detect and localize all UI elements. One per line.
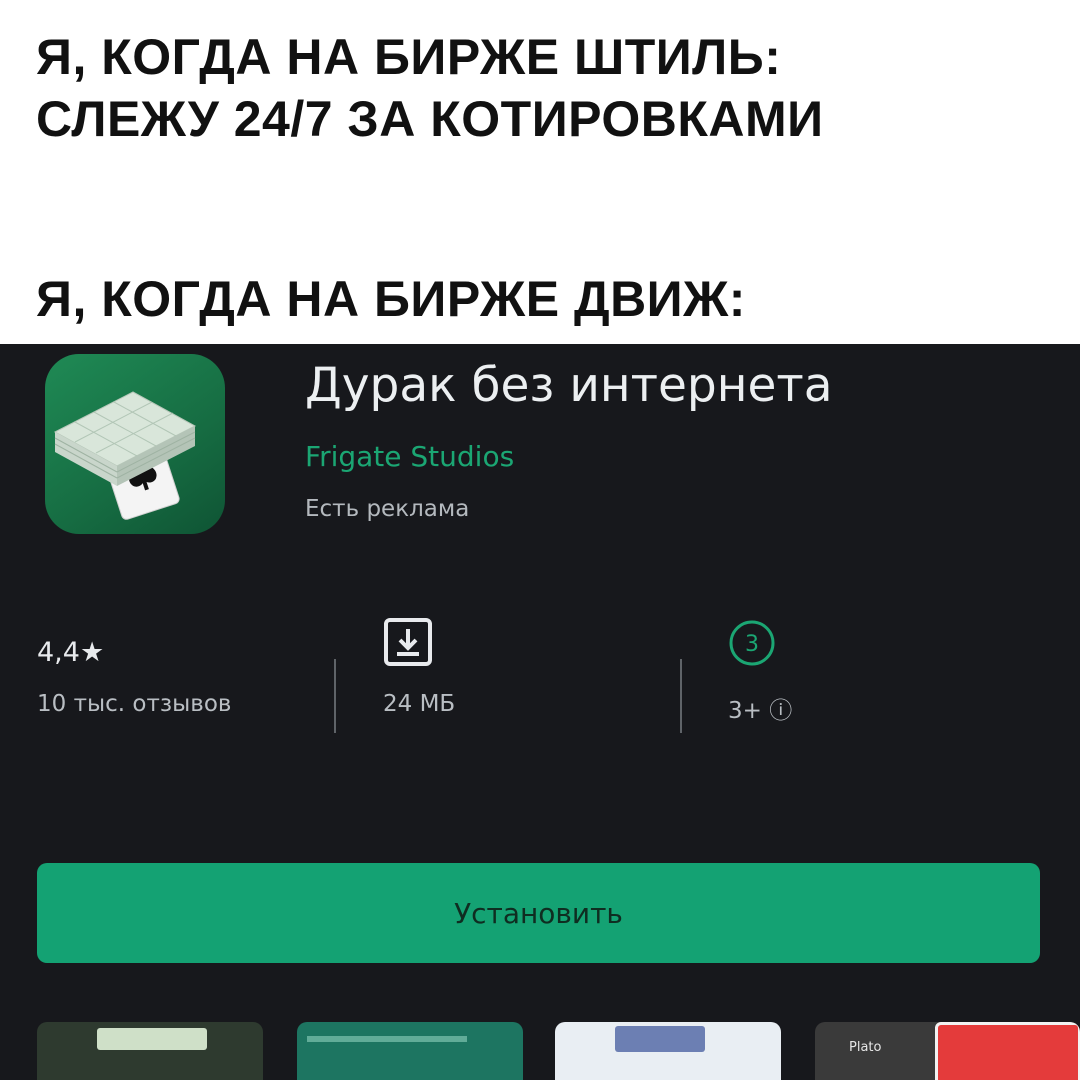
- divider: [680, 659, 682, 733]
- reviews-count: 10 тыс. отзывов: [37, 691, 232, 717]
- caption-action: Я, КОГДА НА БИРЖЕ ДВИЖ:: [36, 271, 746, 327]
- install-button[interactable]: Установить: [37, 863, 1040, 963]
- card-back: [97, 1028, 207, 1050]
- rating-value: 4,4★: [37, 637, 105, 668]
- app-size: 24 МБ: [383, 691, 456, 717]
- caption-calm-line-1: Я, КОГДА НА БИРЖЕ ШТИЛЬ:: [36, 29, 782, 85]
- screenshot-3[interactable]: [555, 1022, 781, 1080]
- screenshot-1[interactable]: [37, 1022, 263, 1080]
- divider: [334, 659, 336, 733]
- age-rating-icon: 3: [727, 618, 777, 668]
- card-deck-icon: [45, 354, 225, 534]
- screenshot-label: Plato: [849, 1040, 882, 1055]
- app-store-screenshot: Дурак без интернета Frigate Studios Есть…: [0, 344, 1080, 1080]
- screenshot-4[interactable]: Plato: [815, 1022, 1080, 1080]
- red-card: [935, 1022, 1080, 1080]
- app-title: Дурак без интернета: [305, 358, 833, 413]
- download-icon: [383, 617, 433, 667]
- age-rating[interactable]: 3+ ⓘ: [728, 691, 792, 725]
- card-deck-graphic: [53, 391, 197, 520]
- age-badge-number: 3: [745, 632, 759, 657]
- ads-note: Есть реклама: [305, 496, 470, 522]
- screenshot-2[interactable]: [297, 1022, 523, 1080]
- caption-calm: Я, КОГДА НА БИРЖЕ ШТИЛЬ: СЛЕЖУ 24/7 ЗА К…: [36, 26, 824, 150]
- developer-link[interactable]: Frigate Studios: [305, 440, 514, 473]
- card-row: [615, 1026, 705, 1052]
- caption-calm-line-2: СЛЕЖУ 24/7 ЗА КОТИРОВКАМИ: [36, 91, 824, 147]
- screenshot-text: [307, 1036, 467, 1042]
